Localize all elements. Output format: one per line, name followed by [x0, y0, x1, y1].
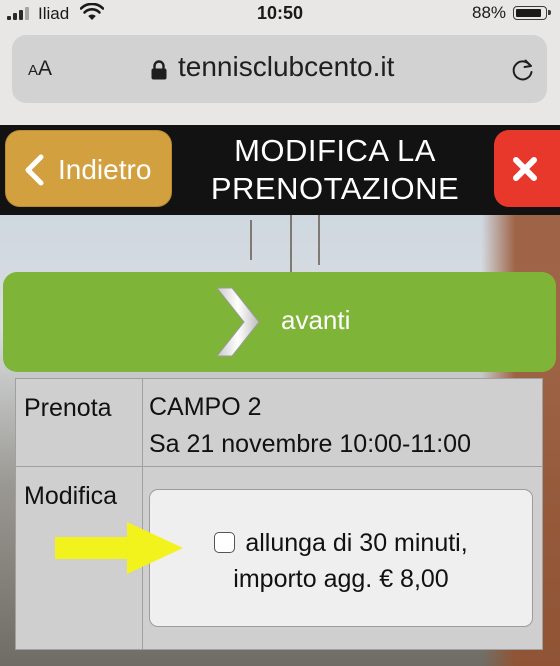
back-button[interactable]: Indietro: [5, 130, 172, 207]
chevron-left-icon: [25, 154, 44, 186]
chevron-right-icon: [215, 287, 260, 357]
modifica-label: Modifica: [24, 482, 118, 510]
page-title: MODIFICA LA PRENOTAZIONE: [210, 133, 460, 206]
avanti-button[interactable]: avanti: [3, 272, 556, 372]
extend-checkbox[interactable]: [214, 532, 236, 553]
browser-chrome: Iliad 10:50 88% AA tennisclubcento.it: [0, 0, 560, 125]
extend-option-box[interactable]: allunga di 30 minuti, importo agg. € 8,0…: [149, 489, 533, 627]
url-text[interactable]: tennisclubcento.it: [178, 51, 394, 83]
status-bar: Iliad 10:50 88%: [0, 0, 560, 30]
avanti-button-label: avanti: [281, 305, 351, 335]
reload-icon[interactable]: [510, 57, 536, 83]
close-icon: [513, 157, 537, 181]
booking-table: Prenota CAMPO 2 Sa 21 novembre 10:00-11:…: [15, 378, 543, 650]
address-bar[interactable]: AA tennisclubcento.it: [12, 35, 547, 103]
battery-percentage: 88%: [472, 3, 507, 22]
battery-icon: [513, 6, 551, 20]
booking-datetime: Sa 21 novembre 10:00-11:00: [149, 430, 471, 458]
modify-option-cell: allunga di 30 minuti, importo agg. € 8,0…: [142, 466, 543, 650]
court-name: CAMPO 2: [149, 393, 262, 421]
text-size-button[interactable]: AA: [28, 57, 52, 81]
lock-icon: [151, 60, 167, 80]
prenota-label: Prenota: [24, 394, 112, 422]
row-label-cell: Prenota: [15, 378, 143, 467]
extend-option-text: allunga di 30 minuti,: [245, 529, 468, 557]
booking-details-cell: CAMPO 2 Sa 21 novembre 10:00-11:00: [142, 378, 543, 467]
table-row-prenota: Prenota CAMPO 2 Sa 21 novembre 10:00-11:…: [15, 378, 543, 467]
yellow-arrow-icon: [55, 522, 183, 574]
close-button[interactable]: [494, 130, 560, 207]
back-button-label: Indietro: [58, 154, 152, 185]
extra-cost-text: importo agg. € 8,00: [233, 565, 449, 593]
app-header: Indietro MODIFICA LA PRENOTAZIONE: [0, 125, 560, 215]
